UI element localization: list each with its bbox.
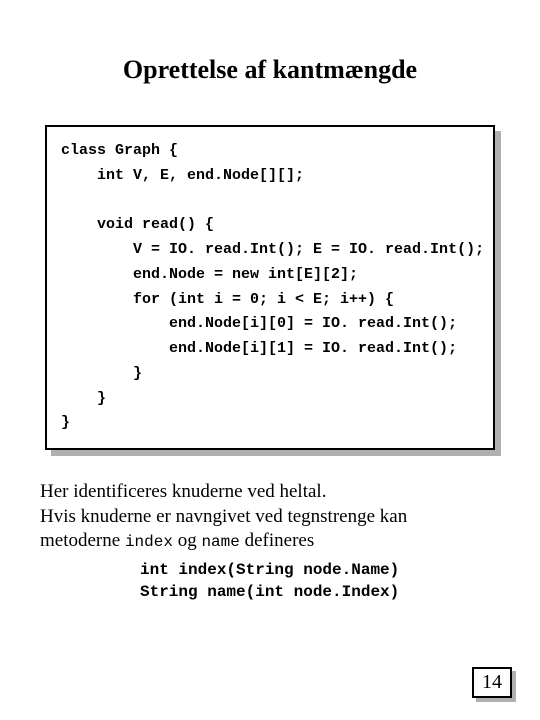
page-number: 14 bbox=[472, 667, 512, 698]
page-title: Oprettelse af kantmængde bbox=[30, 55, 510, 85]
inline-code-index: index bbox=[125, 533, 173, 551]
body-line-1: Her identificeres knuderne ved heltal. bbox=[40, 481, 326, 502]
body-line-3mid: og bbox=[173, 530, 202, 551]
slide-page: Oprettelse af kantmængde class Graph { i… bbox=[0, 0, 540, 720]
body-line-3a: metoderne bbox=[40, 530, 125, 551]
page-number-container: 14 bbox=[472, 667, 512, 698]
code-block-container: class Graph { int V, E, end.Node[][]; vo… bbox=[45, 125, 495, 450]
code-block: class Graph { int V, E, end.Node[][]; vo… bbox=[45, 125, 495, 450]
body-paragraph: Her identificeres knuderne ved heltal. H… bbox=[40, 480, 500, 554]
signature-block: int index(String node.Name) String name(… bbox=[140, 560, 510, 603]
body-line-2: Hvis knuderne er navngivet ved tegnstren… bbox=[40, 506, 407, 527]
body-line-3b: defineres bbox=[240, 530, 314, 551]
inline-code-name: name bbox=[201, 533, 239, 551]
